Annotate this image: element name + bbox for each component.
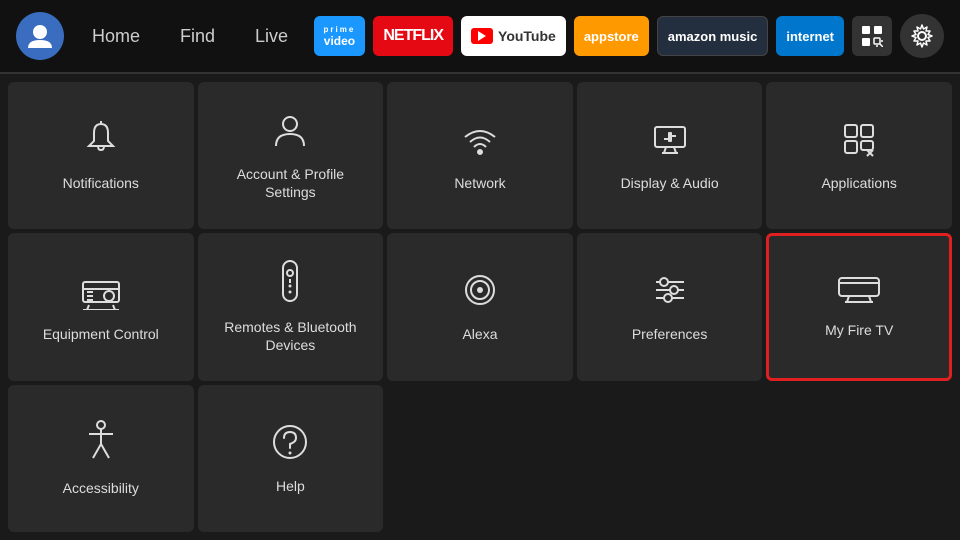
remotes-bluetooth-label: Remotes & Bluetooth Devices <box>210 318 372 354</box>
settings-network[interactable]: Network <box>387 82 573 229</box>
network-label: Network <box>454 174 505 192</box>
apps-icon <box>839 119 879 164</box>
nav-links: Home Find Live <box>84 22 296 51</box>
nav-live[interactable]: Live <box>247 22 296 51</box>
internet-badge[interactable]: internet <box>776 16 844 56</box>
nav-home[interactable]: Home <box>84 22 148 51</box>
settings-remotes-bluetooth[interactable]: Remotes & Bluetooth Devices <box>198 233 384 380</box>
grid-icon[interactable] <box>852 16 892 56</box>
netflix-badge[interactable]: NETFLIX <box>373 16 453 56</box>
alexa-label: Alexa <box>462 325 497 343</box>
settings-account-profile[interactable]: Account & Profile Settings <box>198 82 384 229</box>
settings-preferences[interactable]: Preferences <box>577 233 763 380</box>
top-nav: Home Find Live prime video NETFLIX YouTu… <box>0 0 960 72</box>
equipment-control-label: Equipment Control <box>43 325 159 343</box>
settings-my-fire-tv[interactable]: My Fire TV <box>766 233 952 380</box>
settings-notifications[interactable]: Notifications <box>8 82 194 229</box>
settings-help[interactable]: Help <box>198 385 384 532</box>
applications-label: Applications <box>821 174 897 192</box>
display-icon <box>650 119 690 164</box>
amazon-music-badge[interactable]: amazon music <box>657 16 769 56</box>
gear-settings-button[interactable] <box>900 14 944 58</box>
youtube-badge[interactable]: YouTube <box>461 16 566 56</box>
my-fire-tv-label: My Fire TV <box>825 321 893 339</box>
settings-alexa[interactable]: Alexa <box>387 233 573 380</box>
display-audio-label: Display & Audio <box>621 174 719 192</box>
wifi-icon <box>460 119 500 164</box>
bell-icon <box>81 119 121 164</box>
settings-display-audio[interactable]: Display & Audio <box>577 82 763 229</box>
sliders-icon <box>650 270 690 315</box>
person-icon <box>270 110 310 155</box>
prime-video-badge[interactable]: prime video <box>314 16 366 56</box>
help-icon <box>270 422 310 467</box>
youtube-play-icon <box>471 28 493 44</box>
appstore-badge[interactable]: appstore <box>574 16 649 56</box>
nav-find[interactable]: Find <box>172 22 223 51</box>
accessibility-label: Accessibility <box>63 479 139 497</box>
firetv-icon <box>835 274 883 311</box>
remote-icon <box>275 259 305 308</box>
tv-icon <box>79 270 123 315</box>
notifications-label: Notifications <box>63 174 139 192</box>
avatar[interactable] <box>16 12 64 60</box>
help-label: Help <box>276 477 305 495</box>
settings-applications[interactable]: Applications <box>766 82 952 229</box>
settings-accessibility[interactable]: Accessibility <box>8 385 194 532</box>
preferences-label: Preferences <box>632 325 707 343</box>
accessibility-icon <box>83 420 119 469</box>
settings-grid: Notifications Account & Profile Settings… <box>0 74 960 540</box>
alexa-icon <box>460 270 500 315</box>
settings-equipment-control[interactable]: Equipment Control <box>8 233 194 380</box>
account-profile-label: Account & Profile Settings <box>210 165 372 201</box>
quick-apps: prime video NETFLIX YouTube appstore ama… <box>314 14 944 58</box>
